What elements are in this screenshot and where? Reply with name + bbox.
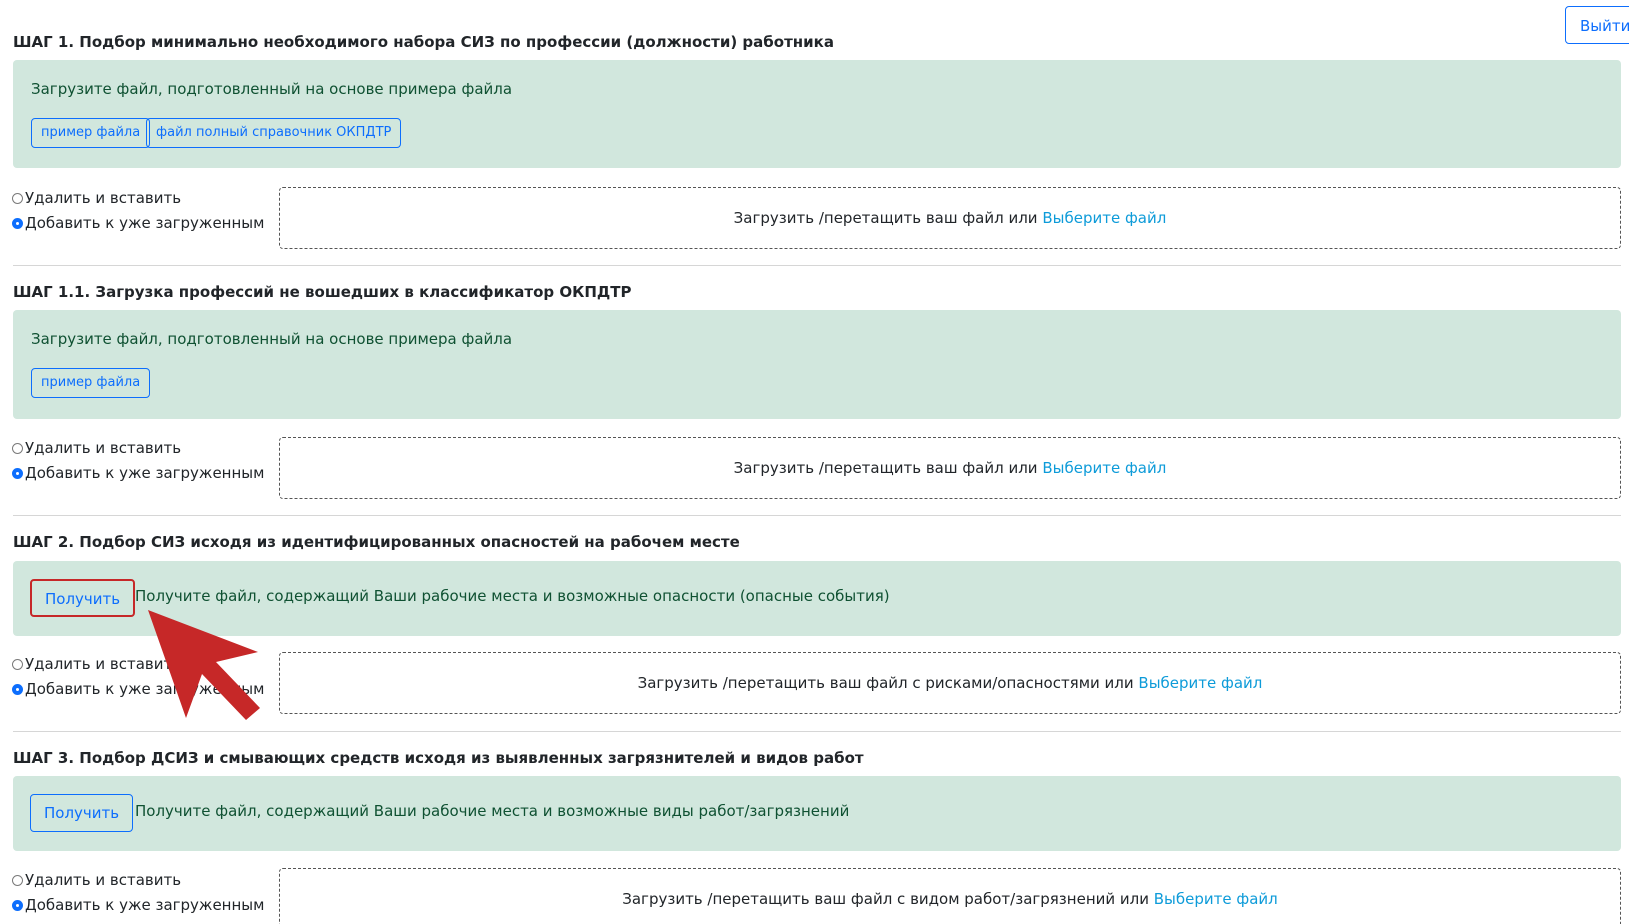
radio-replace-label: Удалить и вставить <box>25 439 182 457</box>
dropzone-choose-file-link[interactable]: Выберите файл <box>1042 209 1166 227</box>
dropzone-text: Загрузить /перетащить ваш файл или <box>733 459 1038 477</box>
step1-1-info-box: Загрузите файл, подготовленный на основе… <box>13 310 1621 419</box>
divider <box>13 515 1621 516</box>
logout-button[interactable]: Выйти <box>1565 6 1629 44</box>
step1-1-example-file-button[interactable]: пример файла <box>31 368 151 398</box>
radio-unchecked-icon[interactable] <box>12 192 23 204</box>
dropzone-text: Загрузить /перетащить ваш файл с рисками… <box>637 674 1134 692</box>
step1-info-box: Загрузите файл, подготовленный на основе… <box>13 60 1621 168</box>
step3-info-text: Получите файл, содержащий Ваши рабочие м… <box>135 802 850 820</box>
radio-checked-icon[interactable] <box>12 467 23 479</box>
radio-unchecked-icon[interactable] <box>12 658 23 670</box>
page: Выйти ШАГ 1. Подбор минимально необходим… <box>0 0 1629 924</box>
radio-checked-icon[interactable] <box>12 683 23 695</box>
dropzone-choose-file-link[interactable]: Выберите файл <box>1138 674 1262 692</box>
step2-title: ШАГ 2. Подбор СИЗ исходя из идентифициро… <box>13 533 740 551</box>
step3-info-box: Получить Получите файл, содержащий Ваши … <box>13 776 1621 851</box>
step3-radio-replace[interactable]: Удалить и вставить <box>12 871 181 889</box>
step1-1-info-text: Загрузите файл, подготовленный на основе… <box>31 330 513 348</box>
step1-example-file-button[interactable]: пример файла <box>31 118 151 148</box>
step1-radio-append[interactable]: Добавить к уже загруженным <box>12 214 264 232</box>
step1-info-text: Загрузите файл, подготовленный на основе… <box>31 80 513 98</box>
step1-okpdtr-file-button[interactable]: файл полный справочник ОКПДТР <box>146 118 402 148</box>
red-arrow-icon <box>148 610 260 720</box>
radio-unchecked-icon[interactable] <box>12 442 23 454</box>
dropzone-choose-file-link[interactable]: Выберите файл <box>1042 459 1166 477</box>
radio-append-label: Добавить к уже загруженным <box>25 464 265 482</box>
radio-checked-icon[interactable] <box>12 217 23 229</box>
step3-radio-append[interactable]: Добавить к уже загруженным <box>12 896 264 914</box>
radio-checked-icon[interactable] <box>12 899 23 911</box>
step1-1-radio-append[interactable]: Добавить к уже загруженным <box>12 464 264 482</box>
divider <box>13 265 1621 266</box>
radio-replace-label: Удалить и вставить <box>25 189 182 207</box>
dropzone-text: Загрузить /перетащить ваш файл с видом р… <box>622 890 1149 908</box>
step2-dropzone[interactable]: Загрузить /перетащить ваш файл с рисками… <box>279 652 1621 714</box>
divider <box>13 731 1621 732</box>
step2-get-button[interactable]: Получить <box>30 579 136 617</box>
step1-1-radio-replace[interactable]: Удалить и вставить <box>12 439 181 457</box>
step1-1-title: ШАГ 1.1. Загрузка профессий не вошедших … <box>13 283 632 301</box>
dropzone-choose-file-link[interactable]: Выберите файл <box>1154 890 1278 908</box>
radio-append-label: Добавить к уже загруженным <box>25 214 265 232</box>
step1-1-dropzone[interactable]: Загрузить /перетащить ваш файл или Выбер… <box>279 437 1621 499</box>
step1-dropzone[interactable]: Загрузить /перетащить ваш файл или Выбер… <box>279 187 1621 249</box>
radio-append-label: Добавить к уже загруженным <box>25 896 265 914</box>
step3-title: ШАГ 3. Подбор ДСИЗ и смывающих средств и… <box>13 749 864 767</box>
step1-radio-replace[interactable]: Удалить и вставить <box>12 189 181 207</box>
step3-dropzone[interactable]: Загрузить /перетащить ваш файл с видом р… <box>279 868 1621 924</box>
radio-replace-label: Удалить и вставить <box>25 871 182 889</box>
dropzone-text: Загрузить /перетащить ваш файл или <box>733 209 1038 227</box>
radio-unchecked-icon[interactable] <box>12 874 23 886</box>
step3-get-button[interactable]: Получить <box>30 794 134 832</box>
step1-title: ШАГ 1. Подбор минимально необходимого на… <box>13 33 834 51</box>
